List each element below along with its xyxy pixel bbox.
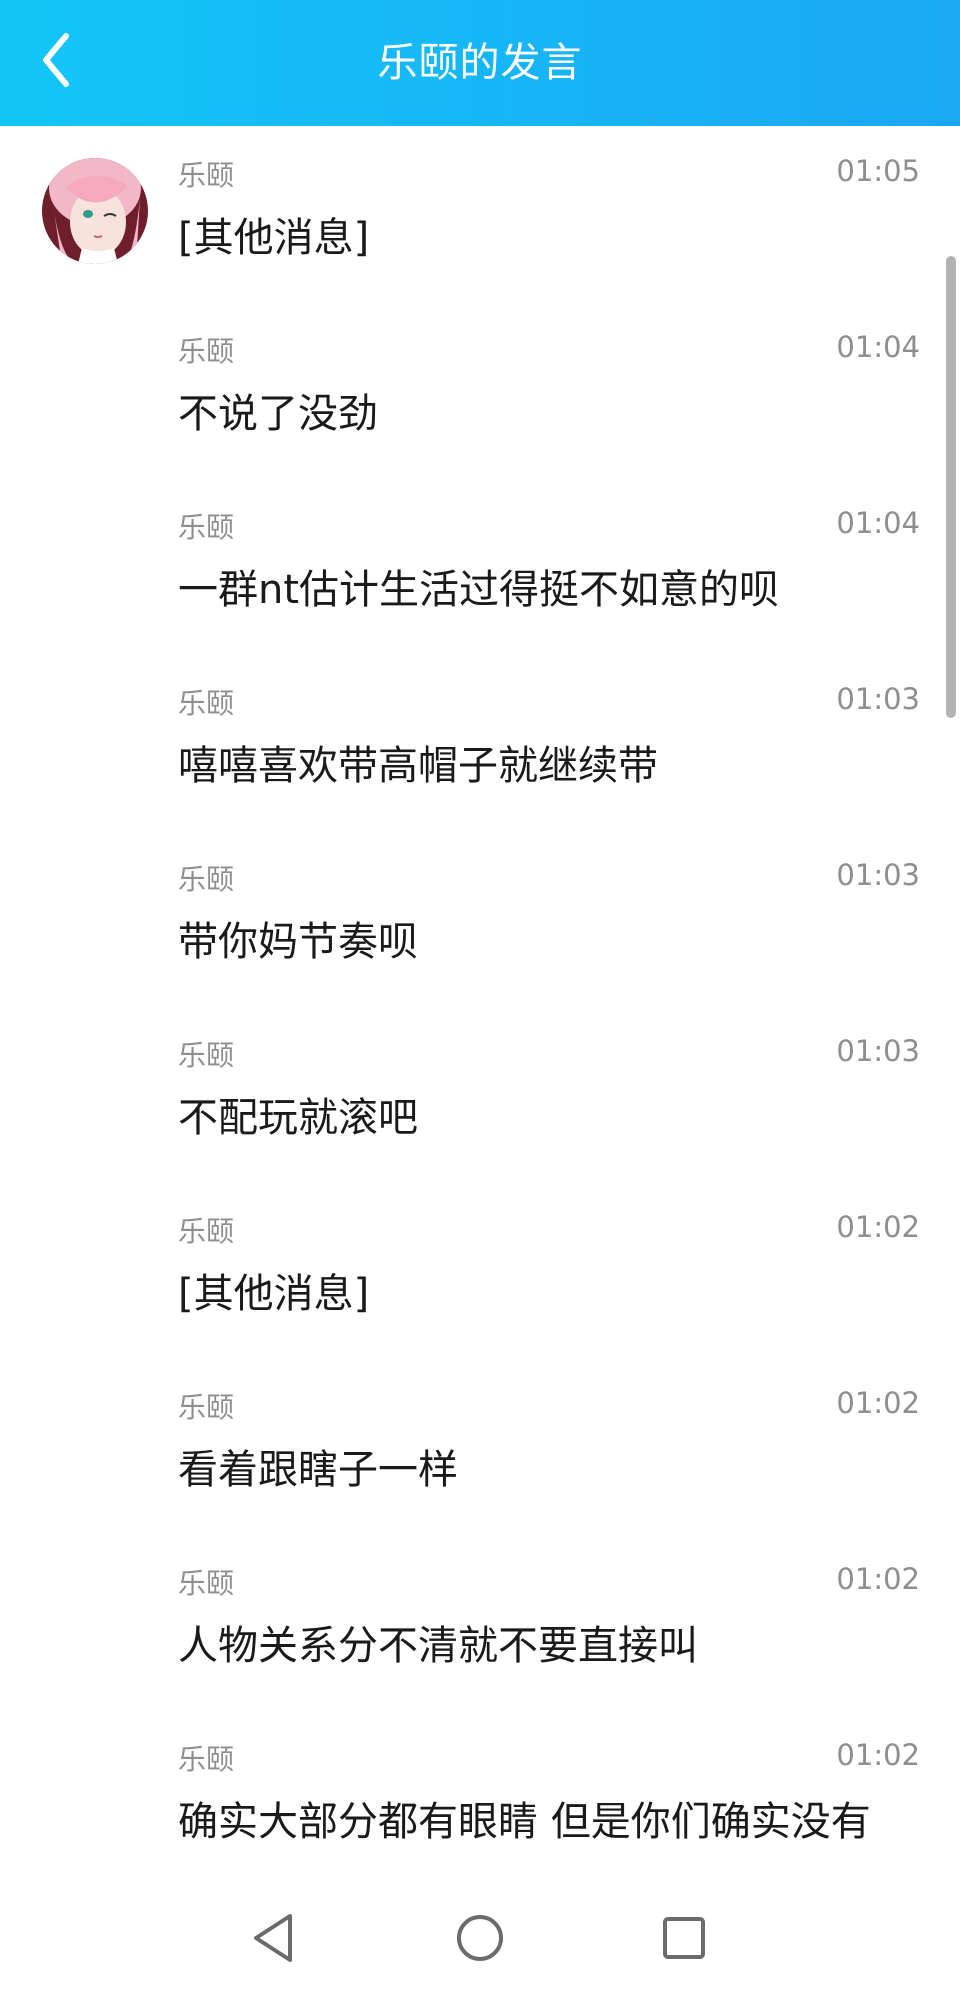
- page-title: 乐颐的发言: [377, 40, 583, 86]
- sender-name: 乐颐: [178, 1391, 235, 1424]
- message-list[interactable]: 乐颐 01:05 [其他消息] 乐颐 01:04 不说了没劲 乐颐 01:04 …: [0, 126, 960, 1866]
- triangle-back-icon: [254, 1914, 292, 1962]
- message-text: 看着跟瞎子一样: [178, 1447, 458, 1493]
- top-app-bar: 乐颐的发言: [0, 0, 960, 126]
- message-item[interactable]: 乐颐 01:04 一群nt估计生活过得挺不如意的呗: [0, 478, 960, 654]
- sender-name: 乐颐: [178, 863, 235, 896]
- message-item[interactable]: 乐颐 01:02 [其他消息]: [0, 1182, 960, 1358]
- square-recents-icon: [663, 1917, 705, 1959]
- message-text: [其他消息]: [178, 215, 370, 261]
- message-text: 人物关系分不清就不要直接叫: [178, 1623, 698, 1669]
- message-item[interactable]: 乐颐 01:04 不说了没劲: [0, 302, 960, 478]
- sender-name: 乐颐: [178, 1215, 235, 1248]
- message-time: 01:05: [836, 154, 920, 188]
- message-item[interactable]: 乐颐 01:02 人物关系分不清就不要直接叫: [0, 1534, 960, 1710]
- message-time: 01:02: [836, 1386, 920, 1420]
- sender-name: 乐颐: [178, 1039, 235, 1072]
- message-text: 嘻嘻喜欢带高帽子就继续带: [178, 743, 658, 789]
- system-navigation-bar: [0, 1866, 960, 2006]
- nav-back-button[interactable]: [242, 1906, 306, 1970]
- message-item[interactable]: 乐颐 01:02 确实大部分都有眼睛 但是你们确实没有: [0, 1710, 960, 1866]
- sender-name: 乐颐: [178, 687, 235, 720]
- message-item[interactable]: 乐颐 01:05 [其他消息]: [0, 126, 960, 302]
- message-item[interactable]: 乐颐 01:02 看着跟瞎子一样: [0, 1358, 960, 1534]
- message-time: 01:02: [836, 1738, 920, 1772]
- message-time: 01:03: [836, 858, 920, 892]
- message-text: 不说了没劲: [178, 391, 378, 437]
- message-text: 一群nt估计生活过得挺不如意的呗: [178, 567, 780, 613]
- sender-name: 乐颐: [178, 1567, 235, 1600]
- message-time: 01:04: [836, 330, 920, 364]
- sender-name: 乐颐: [178, 1743, 235, 1776]
- avatar-image: [42, 158, 148, 264]
- scrollbar[interactable]: [946, 256, 956, 718]
- avatar[interactable]: [42, 158, 148, 264]
- message-text: 带你妈节奏呗: [178, 919, 418, 965]
- nav-home-button[interactable]: [448, 1906, 512, 1970]
- message-text: 不配玩就滚吧: [178, 1095, 418, 1141]
- sender-name: 乐颐: [178, 511, 235, 544]
- message-time: 01:02: [836, 1210, 920, 1244]
- sender-name: 乐颐: [178, 335, 235, 368]
- message-time: 01:04: [836, 506, 920, 540]
- message-time: 01:03: [836, 682, 920, 716]
- message-time: 01:02: [836, 1562, 920, 1596]
- circle-home-icon: [457, 1915, 503, 1961]
- message-time: 01:03: [836, 1034, 920, 1068]
- message-text: 确实大部分都有眼睛 但是你们确实没有: [178, 1799, 871, 1845]
- message-item[interactable]: 乐颐 01:03 嘻嘻喜欢带高帽子就继续带: [0, 654, 960, 830]
- nav-recents-button[interactable]: [652, 1906, 716, 1970]
- message-item[interactable]: 乐颐 01:03 带你妈节奏呗: [0, 830, 960, 1006]
- sender-name: 乐颐: [178, 159, 235, 192]
- message-item[interactable]: 乐颐 01:03 不配玩就滚吧: [0, 1006, 960, 1182]
- message-text: [其他消息]: [178, 1271, 370, 1317]
